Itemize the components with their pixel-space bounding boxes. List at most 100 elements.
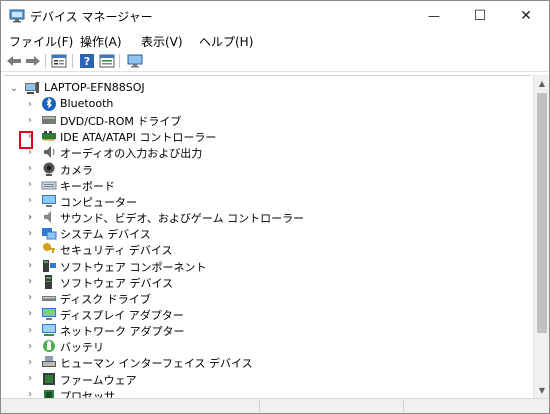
speaker-icon	[44, 146, 55, 159]
tree-item-label: IDE ATA/ATAPI コントローラー	[60, 131, 217, 145]
tree-item-row[interactable]: › コンピューター	[4, 193, 531, 209]
tree-item-label: コンピューター	[60, 195, 137, 209]
forward-arrow-icon	[26, 56, 40, 66]
tree-item-row[interactable]: › バッテリ	[4, 338, 531, 354]
properties-button[interactable]	[50, 53, 68, 69]
scroll-up-icon[interactable]: ▲	[534, 75, 549, 91]
expand-chevron-icon[interactable]: ›	[25, 354, 35, 370]
vertical-scrollbar[interactable]: ▲ ▼	[533, 75, 549, 398]
menu-view[interactable]: 表示(V)	[141, 33, 183, 50]
expand-chevron-icon[interactable]: ›	[25, 209, 35, 225]
expand-chevron-icon[interactable]: ›	[25, 274, 35, 290]
tree-item-row[interactable]: › Bluetooth	[4, 96, 531, 112]
tree-item-row[interactable]: › ヒューマン インターフェイス デバイス	[4, 354, 531, 370]
maximize-button[interactable]: ☐	[457, 1, 503, 31]
tree-item-label: サウンド、ビデオ、およびゲーム コントローラー	[60, 212, 305, 226]
monitor-icon	[127, 54, 143, 68]
computer-icon	[25, 82, 39, 94]
tree-item-row[interactable]: › DVD/CD-ROM ドライブ	[4, 112, 531, 129]
tree-item-label: ファームウェア	[60, 373, 137, 387]
svg-text:?: ?	[84, 55, 90, 68]
tree-root-row[interactable]: ⌄ LAPTOP-EFN88SOJ	[4, 80, 531, 96]
toolbar: ?	[1, 51, 549, 72]
tree-item-label: カメラ	[60, 163, 93, 177]
battery-icon	[43, 340, 55, 353]
device-manager-window: デバイス マネージャー — ☐ ✕ ファイル(F) 操作(A) 表示(V) ヘル…	[0, 0, 550, 414]
menu-action[interactable]: 操作(A)	[80, 33, 122, 50]
expand-chevron-icon[interactable]: ›	[25, 177, 35, 193]
forward-button[interactable]	[24, 53, 42, 69]
tree-item-row[interactable]: › ファームウェア	[4, 371, 531, 387]
tree-item-label: ヒューマン インターフェイス デバイス	[60, 357, 253, 371]
scroll-down-icon[interactable]: ▼	[534, 382, 549, 398]
expand-chevron-icon[interactable]: ›	[25, 371, 35, 387]
status-bar	[1, 398, 549, 413]
hid-icon	[42, 356, 56, 368]
expand-chevron-icon[interactable]: ›	[25, 241, 35, 257]
menu-help[interactable]: ヘルプ(H)	[199, 33, 253, 50]
tree-item-row[interactable]: › ソフトウェア コンポーネント	[4, 258, 531, 274]
disc-drive-icon	[42, 116, 56, 125]
firmware-icon	[43, 372, 55, 385]
view-button[interactable]	[98, 53, 116, 69]
expand-chevron-icon[interactable]: ›	[25, 322, 35, 338]
tree-item-row[interactable]: › セキュリティ デバイス	[4, 241, 531, 257]
minimize-icon: —	[428, 9, 440, 23]
tree-item-row[interactable]: › カメラ	[4, 161, 531, 177]
bluetooth-icon	[42, 97, 56, 111]
window-title: デバイス マネージャー	[30, 10, 153, 24]
tree-item-label: システム デバイス	[60, 228, 151, 242]
expand-chevron-icon[interactable]: ›	[25, 193, 35, 209]
collapse-chevron-icon[interactable]: ⌄	[9, 80, 19, 96]
tree-item-row[interactable]: › オーディオの入力および出力	[4, 144, 531, 160]
tree-item-label: ディスク ドライブ	[60, 292, 151, 306]
highlight-marker	[19, 131, 33, 149]
tree-root-label: LAPTOP-EFN88SOJ	[44, 81, 145, 94]
back-arrow-icon	[7, 56, 21, 66]
scrollbar-thumb[interactable]	[537, 93, 547, 333]
sound-icon	[44, 211, 51, 224]
expand-chevron-icon[interactable]: ›	[25, 290, 35, 306]
tree-item-row[interactable]: › ディスプレイ アダプター	[4, 306, 531, 322]
toolbar-separator	[119, 54, 120, 68]
tree-item-row[interactable]: › キーボード	[4, 177, 531, 193]
close-button[interactable]: ✕	[503, 1, 549, 31]
tree-item-row[interactable]: › ソフトウェア デバイス	[4, 274, 531, 290]
help-icon: ?	[80, 54, 94, 68]
maximize-icon: ☐	[473, 8, 487, 24]
expand-chevron-icon[interactable]: ›	[25, 306, 35, 322]
minimize-button[interactable]: —	[411, 1, 457, 31]
keyboard-icon	[41, 181, 57, 190]
menu-file[interactable]: ファイル(F)	[9, 33, 73, 50]
properties-icon	[51, 54, 67, 68]
expand-chevron-icon[interactable]: ›	[25, 338, 35, 354]
tree-item-row[interactable]: › サウンド、ビデオ、およびゲーム コントローラー	[4, 209, 531, 225]
menu-bar: ファイル(F) 操作(A) 表示(V) ヘルプ(H)	[1, 31, 549, 51]
title-bar: デバイス マネージャー — ☐ ✕	[1, 1, 549, 31]
tree-item-label: オーディオの入力および出力	[60, 147, 203, 161]
tree-item-label: ソフトウェア コンポーネント	[60, 260, 207, 274]
software-device-icon	[45, 274, 52, 289]
expand-chevron-icon[interactable]: ›	[25, 161, 35, 177]
tree-item-label: ネットワーク アダプター	[60, 325, 185, 339]
tree-item-row[interactable]: › ディスク ドライブ	[4, 290, 531, 306]
computer-monitor-icon	[42, 194, 56, 207]
monitor-button[interactable]	[126, 53, 144, 69]
expand-chevron-icon[interactable]: ›	[25, 96, 35, 112]
tree-item-label: Bluetooth	[60, 97, 114, 110]
expand-chevron-icon[interactable]: ›	[25, 258, 35, 274]
tree-item-row[interactable]: › IDE ATA/ATAPI コントローラー	[4, 128, 531, 145]
tree-item-row[interactable]: › システム デバイス	[4, 225, 531, 242]
expand-chevron-icon[interactable]: ›	[25, 112, 35, 128]
tree-item-label: DVD/CD-ROM ドライブ	[60, 115, 182, 129]
toolbar-separator	[45, 54, 46, 68]
display-adapter-icon	[42, 307, 56, 320]
expand-chevron-icon[interactable]: ›	[25, 225, 35, 241]
ide-controller-icon	[42, 131, 56, 141]
tree-item-row[interactable]: › ネットワーク アダプター	[4, 322, 531, 338]
tree-item-label: ディスプレイ アダプター	[60, 308, 184, 322]
back-button[interactable]	[5, 53, 23, 69]
system-device-icon	[42, 228, 57, 240]
disk-drive-icon	[42, 295, 56, 301]
help-button[interactable]: ?	[78, 53, 96, 69]
